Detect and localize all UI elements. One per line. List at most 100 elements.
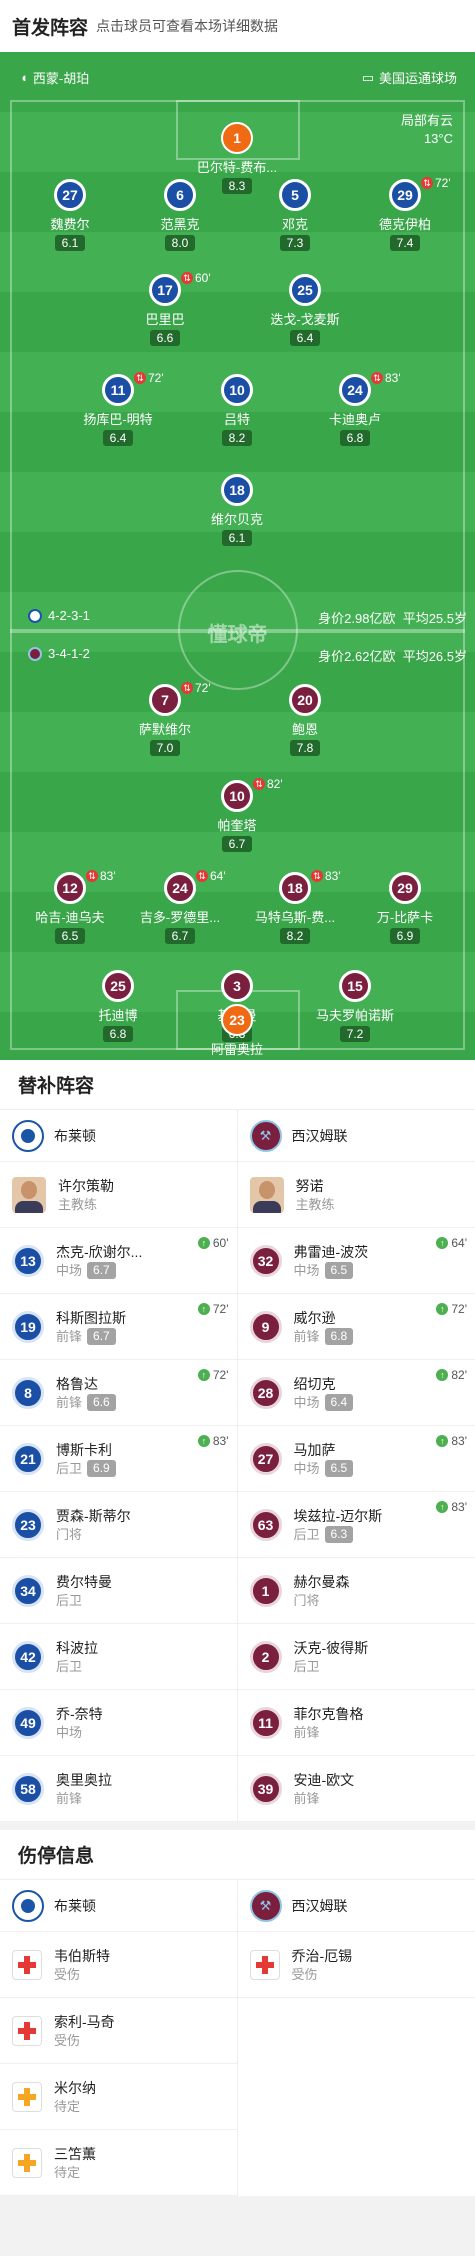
player-position: 前锋6.6 (56, 1394, 116, 1412)
home-player[interactable]: 10吕特8.2 (187, 374, 287, 447)
position-text: 前锋 (294, 1724, 320, 1742)
injuries-away-team[interactable]: ⚒ 西汉姆联 (238, 1880, 475, 1932)
watermark: 懂球帝 (208, 618, 268, 647)
sub-in-icon: ↑ (198, 1237, 210, 1249)
home-player[interactable]: 17⇅60'巴里巴6.6 (115, 274, 215, 347)
sub-player-row[interactable]: 8格鲁达前锋6.6↑72' (0, 1360, 237, 1426)
away-player[interactable]: 10⇅82'帕奎塔6.7 (187, 780, 287, 853)
sub-in-event: ↑83' (436, 1434, 467, 1448)
sub-in-icon: ↑ (198, 1369, 210, 1381)
home-player[interactable]: 24⇅83'卡迪奥卢6.8 (305, 374, 405, 447)
sub-player-row[interactable]: 2沃克-彼得斯后卫 (238, 1624, 475, 1690)
injury-row[interactable]: 三笘薫待定 (0, 2130, 237, 2196)
substitution-icon: ⇅ (181, 682, 193, 694)
player-position: 前锋 6.8 (294, 1328, 354, 1346)
player-rating: 6.6 (87, 1394, 116, 1411)
position-text: 门将 (294, 1592, 320, 1610)
injury-status: 待定 (54, 2164, 96, 2182)
home-player[interactable]: 18维尔贝克6.1 (187, 474, 287, 547)
player-name: 万-比萨卡 (355, 907, 455, 926)
home-player[interactable]: 11⇅72'扬库巴-明特6.4 (68, 374, 168, 447)
brighton-crest-icon (12, 1120, 44, 1152)
sub-player-row[interactable]: 32弗雷迪-波茨中场6.5↑64' (238, 1228, 475, 1294)
player-position: 门将 (56, 1526, 131, 1544)
lineup-subtitle: 点击球员可查看本场详细数据 (96, 16, 278, 36)
away-player[interactable]: 29万-比萨卡6.9 (355, 872, 455, 945)
player-name: 博斯卡利 (56, 1440, 116, 1460)
away-player[interactable]: 25托迪博6.8 (68, 970, 168, 1043)
sub-player-row[interactable]: 21博斯卡利后卫6.9↑83' (0, 1426, 237, 1492)
player-name: 德克伊柏 (355, 214, 455, 233)
doubt-cross-icon (12, 2148, 42, 2178)
sub-player-row[interactable]: 19科斯图拉斯前锋6.7↑72' (0, 1294, 237, 1360)
sub-player-row[interactable]: 39安迪-欧文前锋 (238, 1756, 475, 1822)
player-rating: 6.4 (290, 330, 321, 346)
player-rating: 6.8 (325, 1328, 354, 1345)
player-position: 中场6.7 (56, 1262, 142, 1280)
injury-cross-icon (250, 1950, 280, 1980)
player-name: 卡迪奥卢 (305, 409, 405, 428)
home-player[interactable]: 6范黑克8.0 (130, 179, 230, 252)
player-name: 魏费尔 (20, 214, 120, 233)
sub-player-row[interactable]: 11菲尔克鲁格前锋 (238, 1690, 475, 1756)
away-player[interactable]: 7⇅72'萨默维尔7.0 (115, 684, 215, 757)
subs-away-team[interactable]: ⚒ 西汉姆联 (238, 1110, 475, 1162)
player-name: 巴尔特-费布... (187, 157, 287, 176)
player-name: 埃兹拉-迈尔斯 (294, 1506, 383, 1526)
player-name: 科波拉 (56, 1638, 98, 1658)
away-value-text: 身价2.62亿欧 (318, 649, 395, 664)
away-player[interactable]: 24⇅64'吉多-罗德里...6.7 (130, 872, 230, 945)
injury-row[interactable]: 乔治-厄锡受伤 (238, 1932, 475, 1998)
jersey-number: 10 (221, 374, 253, 406)
position-text: 前锋 (294, 1328, 320, 1346)
position-text: 前锋 (294, 1790, 320, 1808)
sub-player-row[interactable]: 49乔-奈特中场 (0, 1690, 237, 1756)
injuries-home-team[interactable]: 布莱顿 (0, 1880, 237, 1932)
sub-player-row[interactable]: 42科波拉后卫 (0, 1624, 237, 1690)
sub-player-row[interactable]: 9威尔逊前锋6.8↑72' (238, 1294, 475, 1360)
player-name: 阿雷奥拉 (187, 1039, 287, 1058)
sub-player-row[interactable]: 1赫尔曼森门将 (238, 1558, 475, 1624)
sub-player-row[interactable]: 63埃兹拉-迈尔斯后卫6.3↑83' (238, 1492, 475, 1558)
player-position: 后卫6.9 (56, 1460, 116, 1478)
subs-home-team[interactable]: 布莱顿 (0, 1110, 237, 1162)
sub-minute: 64' (210, 869, 226, 883)
whistle-icon: ◖ (20, 70, 28, 85)
away-player[interactable]: 15马夫罗帕诺斯7.2 (305, 970, 405, 1043)
player-rating: 6.6 (150, 330, 181, 346)
subs-away-column: ⚒ 西汉姆联 努诺 主教练 32弗雷迪-波茨中场6.5↑64'9威尔逊前锋6.8… (238, 1110, 475, 1822)
sub-player-row[interactable]: 28绍切克中场6.4↑82' (238, 1360, 475, 1426)
away-player[interactable]: 18⇅83'马特乌斯-费...8.2 (245, 872, 345, 945)
coach-avatar (250, 1177, 284, 1213)
injury-row[interactable]: 索利-马奇受伤 (0, 1998, 237, 2064)
lineup-header: 首发阵容 点击球员可查看本场详细数据 (0, 0, 475, 52)
away-player[interactable]: 23阿雷奥拉7.6 (187, 1004, 287, 1060)
injury-row[interactable]: 米尔纳待定 (0, 2064, 237, 2130)
home-player[interactable]: 27魏费尔6.1 (20, 179, 120, 252)
sub-player-row[interactable]: 23贾森-斯蒂尔门将 (0, 1492, 237, 1558)
position-text: 后卫 (56, 1592, 82, 1610)
injury-row[interactable]: 韦伯斯特受伤 (0, 1932, 237, 1998)
home-coach-row[interactable]: 许尔策勒 主教练 (0, 1162, 237, 1228)
jersey-number: 24 (164, 872, 196, 904)
position-text: 后卫 (294, 1526, 320, 1544)
sub-player-row[interactable]: 34费尔特曼后卫 (0, 1558, 237, 1624)
home-player[interactable]: 29⇅72'德克伊柏7.4 (355, 179, 455, 252)
player-rating: 6.8 (103, 1026, 134, 1042)
away-coach-row[interactable]: 努诺 主教练 (238, 1162, 475, 1228)
sub-in-event: ↑83' (436, 1500, 467, 1514)
sub-player-row[interactable]: 13杰克-欣谢尔...中场6.7↑60' (0, 1228, 237, 1294)
home-player[interactable]: 5邓克7.3 (245, 179, 345, 252)
sub-player-row[interactable]: 58奥里奥拉前锋 (0, 1756, 237, 1822)
sub-in-event: ↑72' (198, 1368, 229, 1382)
away-formation-text: 3-4-1-2 (48, 646, 90, 661)
away-player[interactable]: 20鲍恩7.8 (255, 684, 355, 757)
jersey-number: 34 (12, 1575, 44, 1607)
jersey-number: 20 (289, 684, 321, 716)
sub-minute: 83' (325, 869, 341, 883)
away-player[interactable]: 12⇅83'哈吉-迪乌夫6.5 (20, 872, 120, 945)
home-player[interactable]: 25迭戈-戈麦斯6.4 (255, 274, 355, 347)
position-text: 后卫 (56, 1658, 82, 1676)
sub-player-row[interactable]: 27马加萨中场6.5↑83' (238, 1426, 475, 1492)
position-text: 中场 (56, 1262, 82, 1280)
